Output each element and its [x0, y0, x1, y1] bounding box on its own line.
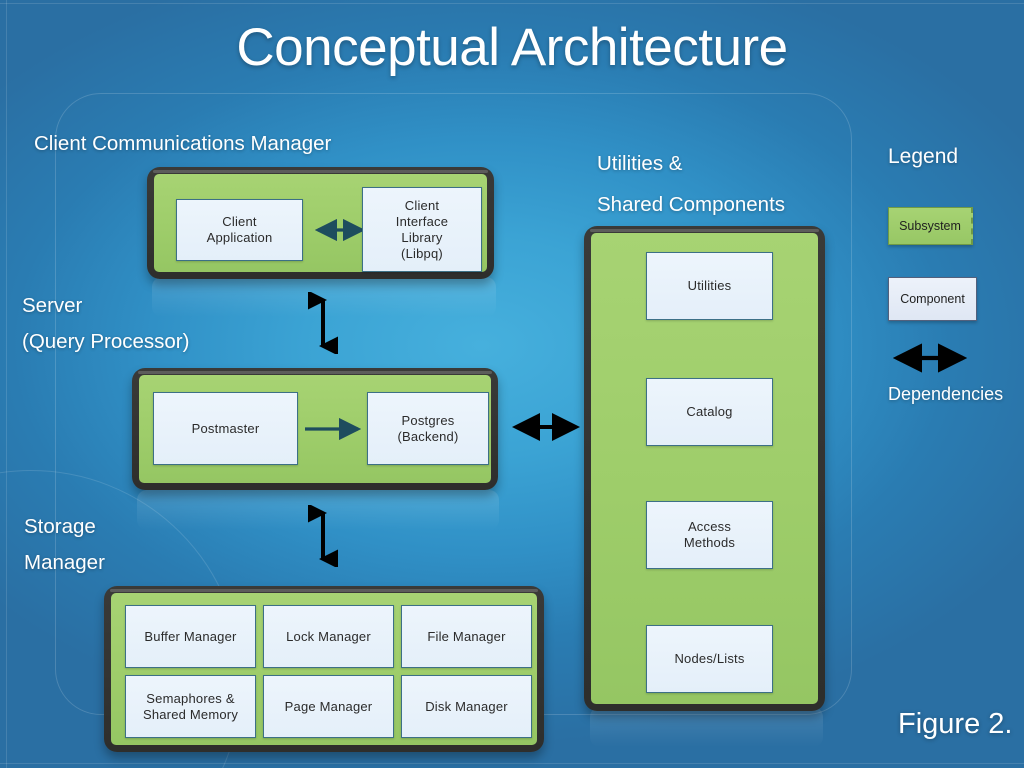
component-nodes-lists[interactable]: Nodes/Lists [646, 625, 773, 693]
label-storage-manager-line1: Storage [24, 515, 96, 538]
label-server-line2: (Query Processor) [22, 330, 190, 353]
subsystem-server-query-processor[interactable]: Postmaster Postgres (Backend) [132, 368, 498, 490]
figure-caption: Figure 2. [898, 708, 1013, 740]
slide-edge-left [6, 0, 7, 768]
component-file-manager[interactable]: File Manager [401, 605, 532, 668]
legend-title: Legend [888, 145, 959, 168]
component-disk-manager[interactable]: Disk Manager [401, 675, 532, 738]
legend-dependencies-label: Dependencies [888, 384, 1004, 404]
slide-edge-top [0, 3, 1024, 4]
component-lock-manager[interactable]: Lock Manager [263, 605, 394, 668]
label-server-line1: Server [22, 294, 83, 317]
slide-canvas: Conceptual Architecture Client Communica… [0, 0, 1024, 768]
subsystem-body: Utilities Catalog Access Methods Nodes/L… [591, 233, 818, 704]
label-client-communications-manager: Client Communications Manager [34, 132, 332, 155]
component-client-interface-library[interactable]: Client Interface Library (Libpq) [362, 187, 482, 272]
component-postmaster[interactable]: Postmaster [153, 392, 298, 465]
component-catalog[interactable]: Catalog [646, 378, 773, 446]
page-title: Conceptual Architecture [236, 18, 788, 77]
subsystem-utilities-shared-components[interactable]: Utilities Catalog Access Methods Nodes/L… [584, 226, 825, 711]
ccm-subsystem-reflection [152, 277, 496, 317]
subsystem-client-communications-manager[interactable]: Client Application Client Interface Libr… [147, 167, 494, 279]
utilities-subsystem-reflection [590, 707, 823, 747]
component-access-methods[interactable]: Access Methods [646, 501, 773, 569]
component-client-application[interactable]: Client Application [176, 199, 303, 261]
arrow-ccm-to-server [308, 292, 338, 354]
subsystem-body: Client Application Client Interface Libr… [154, 174, 487, 272]
component-postgres-backend[interactable]: Postgres (Backend) [367, 392, 489, 465]
label-utilities-line2: Shared Components [597, 193, 786, 216]
component-semaphores-shared-memory[interactable]: Semaphores & Shared Memory [125, 675, 256, 738]
legend-dependency-arrow-icon [892, 343, 968, 373]
component-page-manager[interactable]: Page Manager [263, 675, 394, 738]
arrow-postmaster-to-postgres [305, 417, 362, 441]
slide-edge-bottom [0, 763, 1024, 764]
legend-subsystem-swatch: Subsystem [888, 207, 973, 245]
component-utilities[interactable]: Utilities [646, 252, 773, 320]
label-utilities-line1: Utilities & [597, 152, 683, 175]
subsystem-body: Buffer Manager Lock Manager File Manager… [111, 593, 537, 745]
label-storage-manager-line2: Manager [24, 551, 105, 574]
subsystem-storage-manager[interactable]: Buffer Manager Lock Manager File Manager… [104, 586, 544, 752]
arrow-server-to-storage-manager [308, 505, 338, 567]
subsystem-body: Postmaster Postgres (Backend) [139, 375, 491, 483]
server-subsystem-reflection [137, 490, 499, 530]
legend-component-swatch: Component [888, 277, 977, 321]
component-buffer-manager[interactable]: Buffer Manager [125, 605, 256, 668]
arrow-server-to-utilities [512, 413, 580, 441]
